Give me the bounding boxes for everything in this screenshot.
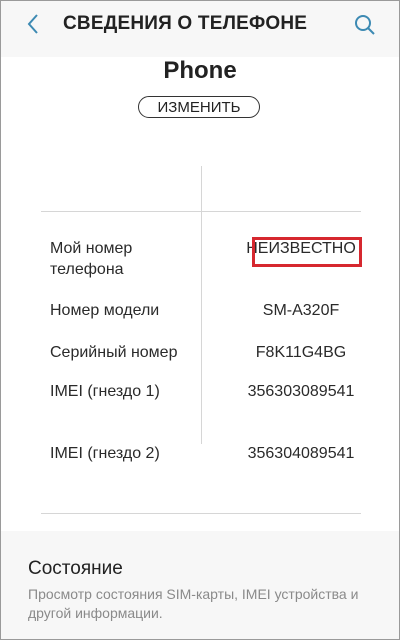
label-imei-slot-1: IMEI (гнездо 1)	[50, 383, 160, 400]
label-serial-number: Серийный номер	[50, 344, 178, 361]
divider-bottom	[41, 513, 361, 514]
back-button[interactable]	[19, 9, 47, 39]
chevron-left-icon	[27, 14, 38, 34]
label-imei-slot-2: IMEI (гнездо 2)	[50, 445, 160, 462]
search-button[interactable]	[351, 11, 379, 39]
value-imei-slot-1: 356303089541	[247, 383, 355, 400]
value-imei-slot-2: 356304089541	[247, 445, 355, 462]
phone-info-screen: СВЕДЕНИЯ О ТЕЛЕФОНЕ Phone ИЗМЕНИТЬ Мой н…	[0, 0, 400, 640]
app-bar: СВЕДЕНИЯ О ТЕЛЕФОНЕ	[1, 1, 399, 49]
page-title: СВЕДЕНИЯ О ТЕЛЕФОНЕ	[63, 13, 308, 34]
label-model-number: Номер модели	[50, 302, 160, 319]
value-serial-number: F8K11G4BG	[255, 344, 347, 361]
status-section-title[interactable]: Состояние	[28, 558, 123, 580]
device-name: Phone	[163, 57, 237, 84]
model-number-highlight	[252, 237, 362, 267]
column-divider	[201, 166, 202, 444]
search-icon	[355, 15, 375, 35]
value-model-number: SM-A320F	[262, 302, 340, 319]
edit-name-button[interactable]: ИЗМЕНИТЬ	[138, 96, 260, 118]
status-section-description: Просмотр состояния SIM-карты, IMEI устро…	[28, 586, 359, 621]
label-my-phone-number: Мой номер телефона	[50, 240, 133, 278]
